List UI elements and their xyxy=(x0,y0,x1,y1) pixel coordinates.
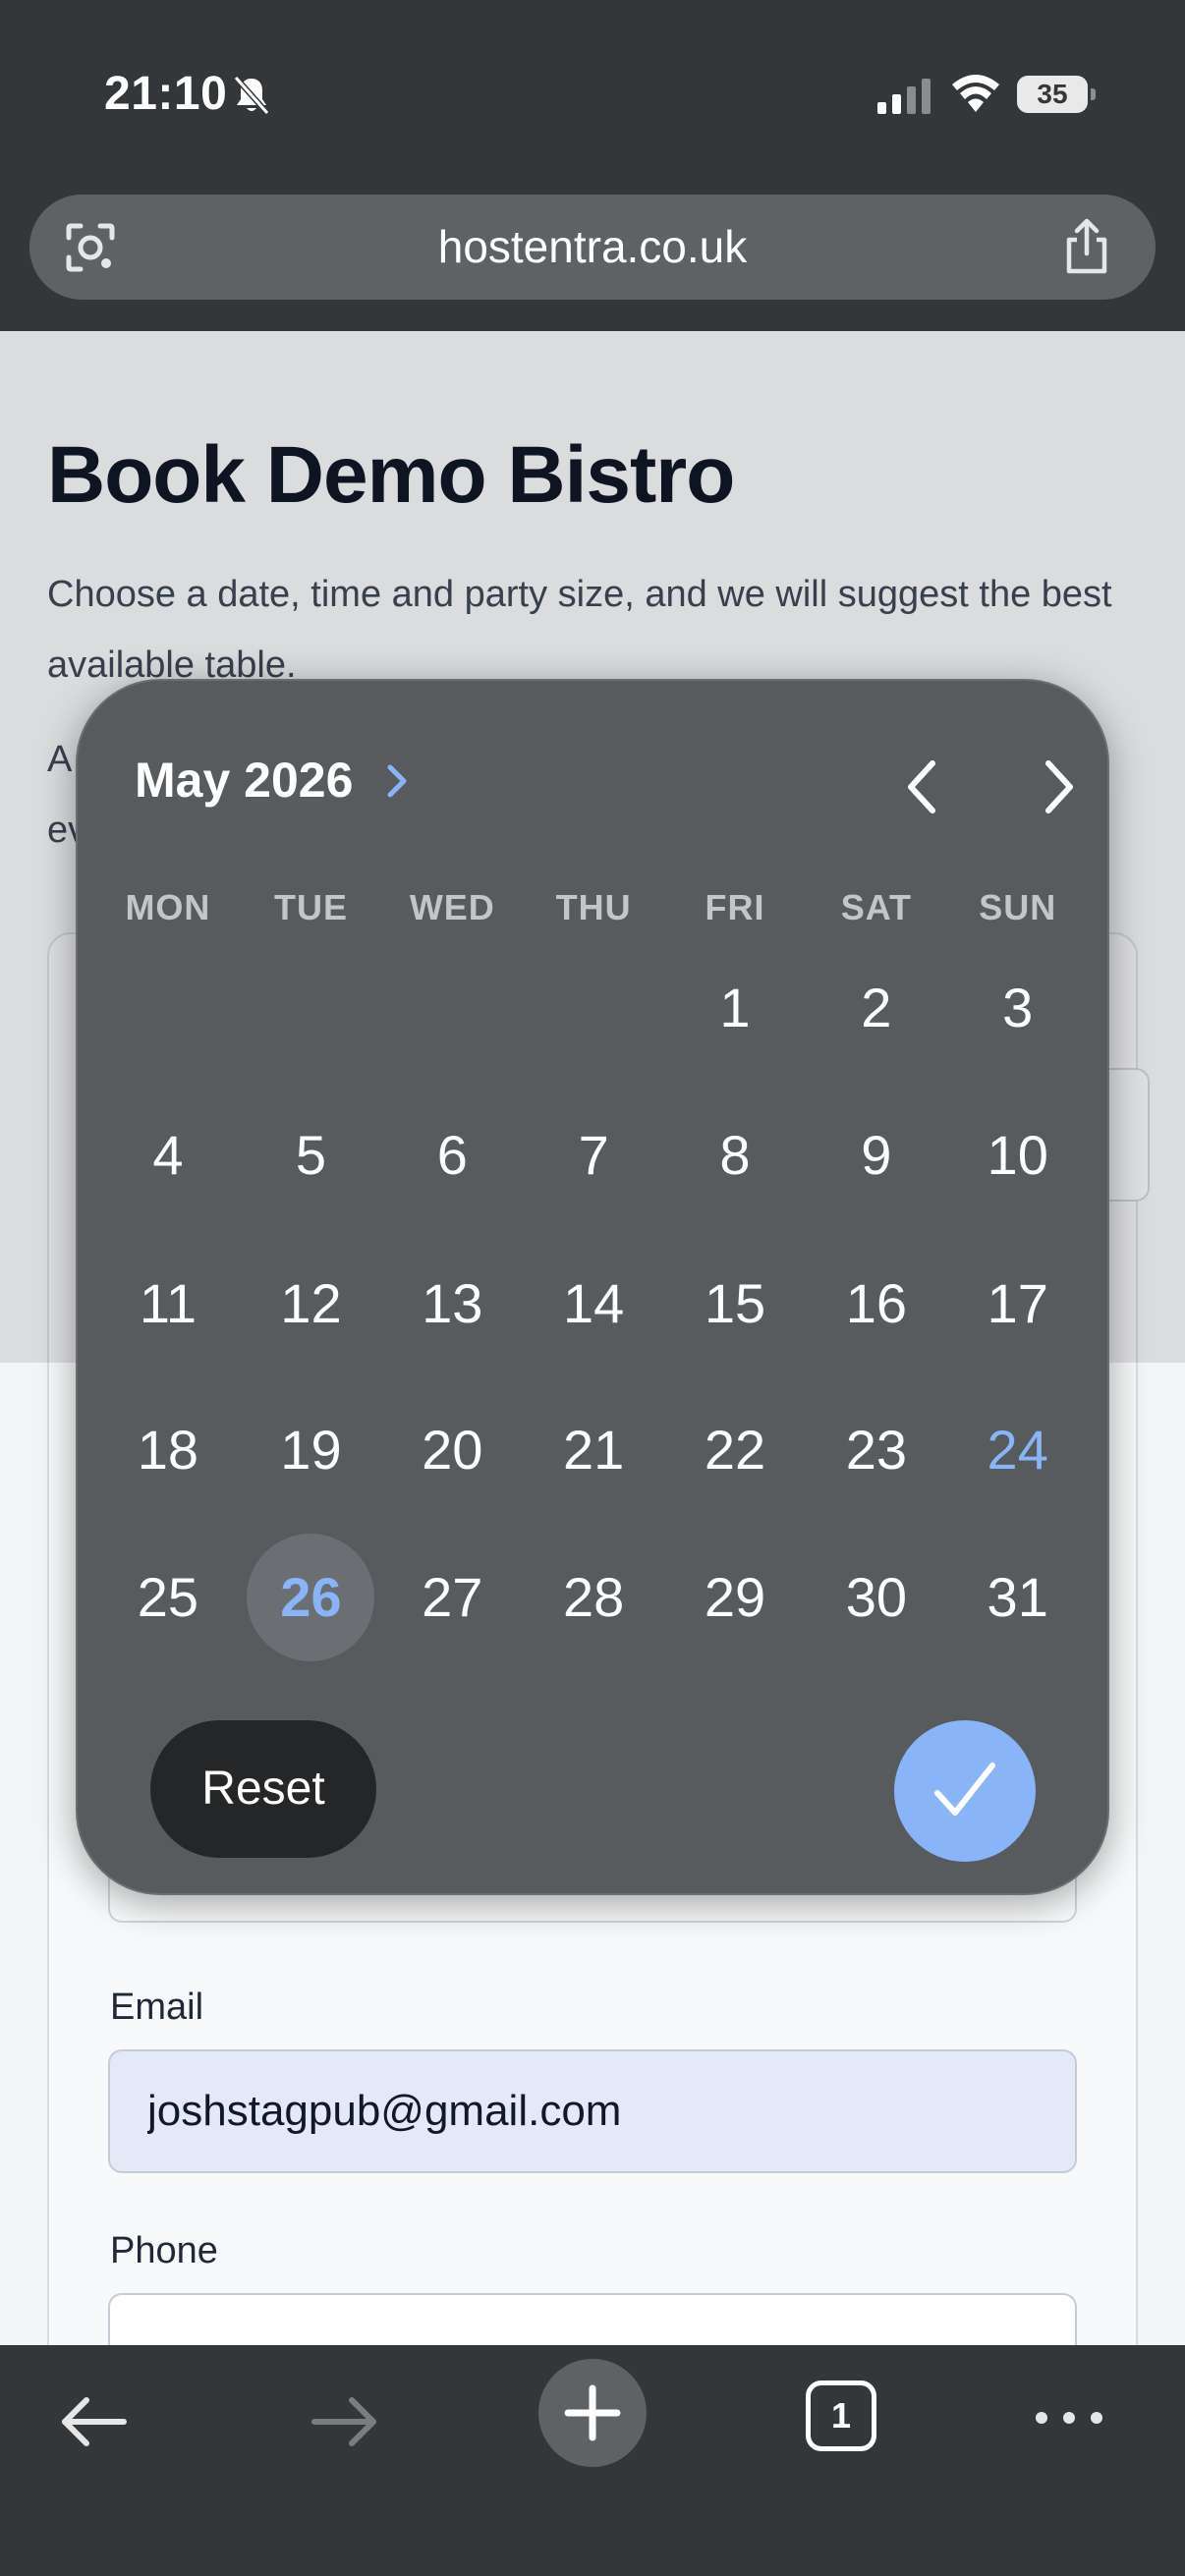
calendar-day-31[interactable]: 31 xyxy=(947,1534,1089,1661)
status-time: 21:10 xyxy=(104,68,228,120)
checkmark-icon xyxy=(934,1763,995,1816)
email-field[interactable] xyxy=(108,2049,1077,2173)
browser-top-chrome: 21:10 35 hostentra.co.uk xyxy=(0,0,1185,331)
wifi-icon xyxy=(952,75,999,112)
chevron-right-icon[interactable] xyxy=(384,761,412,801)
calendar-day-24[interactable]: 24 xyxy=(947,1386,1089,1514)
weekday-tue: TUE xyxy=(273,887,348,927)
weekday-mon: MON xyxy=(125,887,211,927)
weekday-sun: SUN xyxy=(979,887,1057,927)
signal-icon xyxy=(877,79,931,114)
calendar-day-19[interactable]: 19 xyxy=(240,1386,381,1514)
weekday-thu: THU xyxy=(555,887,632,927)
calendar-day-1[interactable]: 1 xyxy=(664,944,806,1072)
calendar-day-25[interactable]: 25 xyxy=(97,1534,239,1661)
url-text[interactable]: hostentra.co.uk xyxy=(29,195,1156,300)
calendar-day-3[interactable]: 3 xyxy=(947,944,1089,1072)
calendar-day-14[interactable]: 14 xyxy=(523,1240,664,1368)
calendar-day-8[interactable]: 8 xyxy=(664,1092,806,1219)
battery-level: 35 xyxy=(1037,79,1068,109)
calendar-day-27[interactable]: 27 xyxy=(381,1534,523,1661)
share-icon[interactable] xyxy=(1059,218,1114,275)
calendar-day-11[interactable]: 11 xyxy=(97,1240,239,1368)
calendar-day-23[interactable]: 23 xyxy=(806,1386,947,1514)
calendar-day-30[interactable]: 30 xyxy=(806,1534,947,1661)
email-field-label: Email xyxy=(110,1987,204,2028)
calendar-day-7[interactable]: 7 xyxy=(523,1092,664,1219)
calendar-day-21[interactable]: 21 xyxy=(523,1386,664,1514)
bell-off-icon xyxy=(233,76,270,115)
forward-arrow-icon[interactable] xyxy=(307,2384,381,2459)
new-tab-button[interactable] xyxy=(538,2359,647,2467)
calendar-day-22[interactable]: 22 xyxy=(664,1386,806,1514)
month-year-label[interactable]: May 2026 xyxy=(135,752,353,809)
calendar-day-5[interactable]: 5 xyxy=(240,1092,381,1219)
calendar-day-4[interactable]: 4 xyxy=(97,1092,239,1219)
more-icon[interactable] xyxy=(1032,2388,1106,2447)
calendar-day-10[interactable]: 10 xyxy=(947,1092,1089,1219)
back-arrow-icon[interactable] xyxy=(57,2384,132,2459)
phone-field-label: Phone xyxy=(110,2230,218,2271)
address-bar[interactable]: hostentra.co.uk xyxy=(29,195,1156,300)
confirm-button[interactable] xyxy=(894,1720,1036,1862)
calendar-day-13[interactable]: 13 xyxy=(381,1240,523,1368)
tabs-icon[interactable]: 1 xyxy=(806,2380,876,2451)
calendar-day-9[interactable]: 9 xyxy=(806,1092,947,1219)
plus-icon xyxy=(564,2384,621,2441)
calendar-day-15[interactable]: 15 xyxy=(664,1240,806,1368)
previous-month-button[interactable] xyxy=(883,746,966,828)
weekday-fri: FRI xyxy=(705,887,765,927)
browser-bottom-toolbar: 1 xyxy=(0,2345,1185,2576)
battery-icon: 35 xyxy=(1017,76,1096,113)
calendar-day-29[interactable]: 29 xyxy=(664,1534,806,1661)
weekday-wed: WED xyxy=(409,887,495,927)
calendar-day-26[interactable]: 26 xyxy=(240,1534,381,1661)
reset-button[interactable]: Reset xyxy=(150,1720,376,1858)
next-month-button[interactable] xyxy=(1015,746,1098,828)
weekday-sat: SAT xyxy=(840,887,913,927)
date-picker-popup: May 2026 MON TUE WED THU FRI SAT SUN 123456789… xyxy=(76,679,1109,1895)
calendar-day-12[interactable]: 12 xyxy=(240,1240,381,1368)
calendar-day-18[interactable]: 18 xyxy=(97,1386,239,1514)
calendar-day-20[interactable]: 20 xyxy=(381,1386,523,1514)
calendar-day-17[interactable]: 17 xyxy=(947,1240,1089,1368)
calendar-day-16[interactable]: 16 xyxy=(806,1240,947,1368)
calendar-day-2[interactable]: 2 xyxy=(806,944,947,1072)
calendar-day-6[interactable]: 6 xyxy=(381,1092,523,1219)
calendar-day-28[interactable]: 28 xyxy=(523,1534,664,1661)
